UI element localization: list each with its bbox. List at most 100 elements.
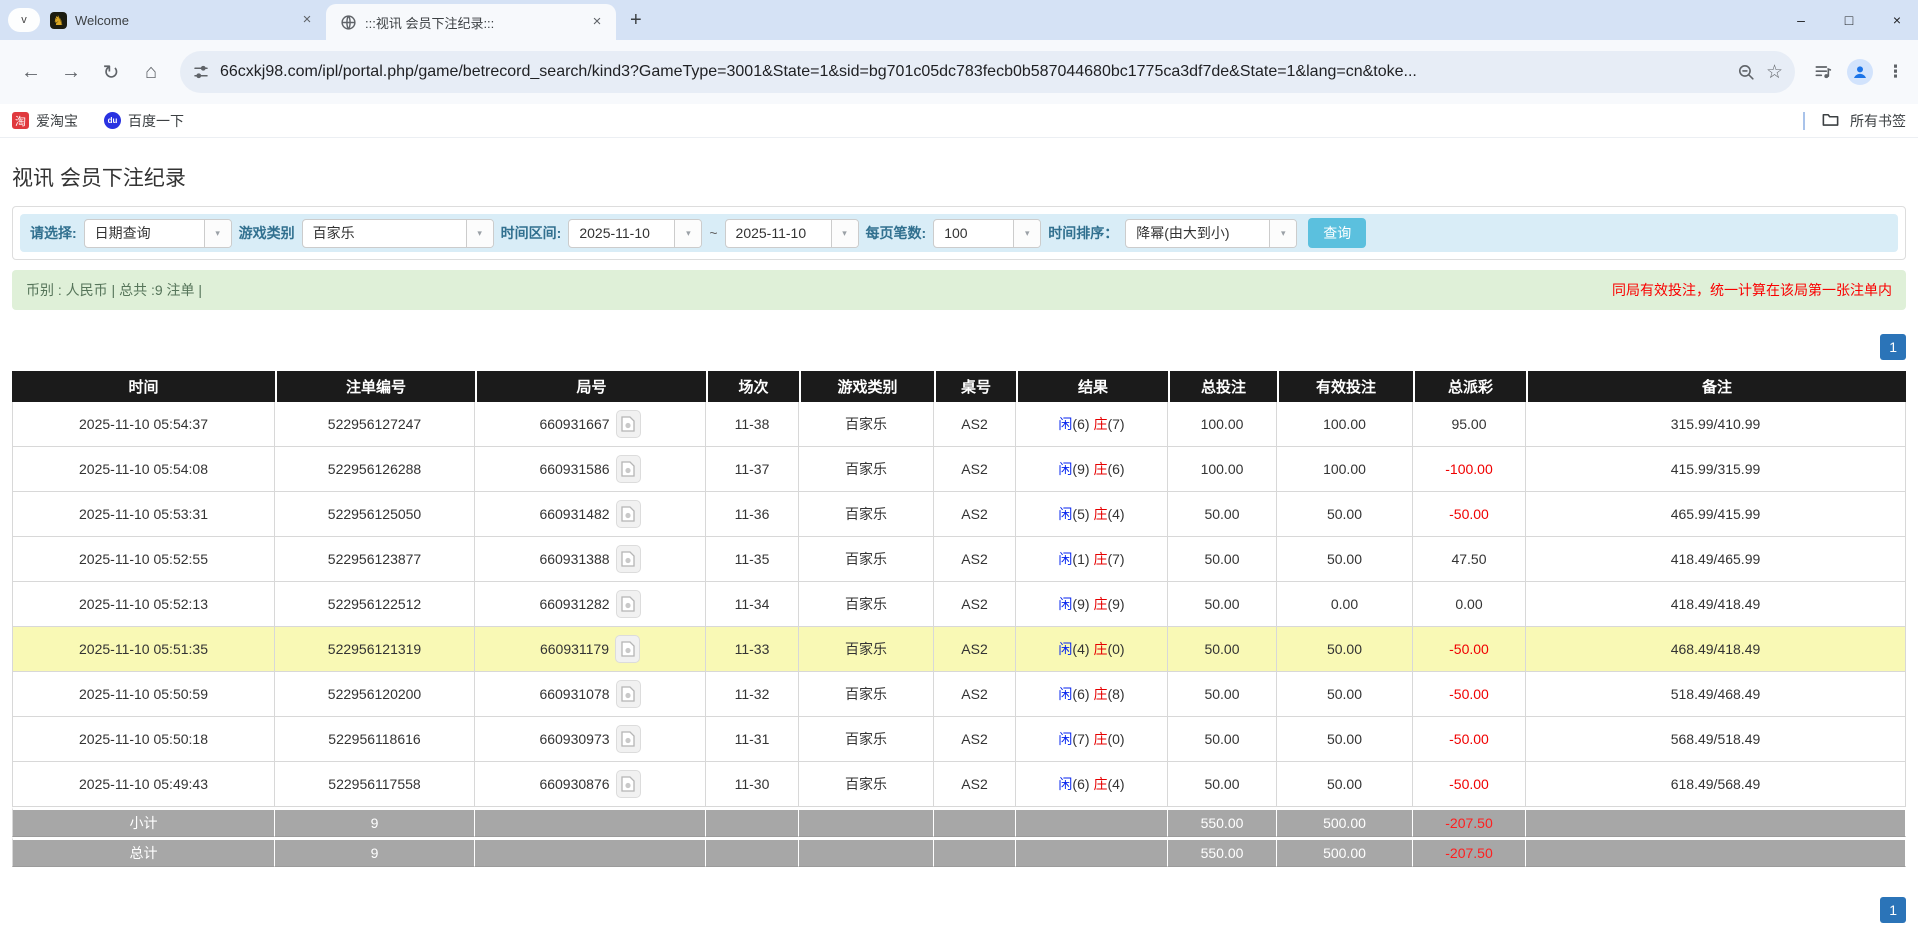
cell-result: 闲(1) 庄(7) <box>1016 537 1168 582</box>
cell-game: 百家乐 <box>799 492 934 537</box>
cell-total-bet[interactable]: 100.00 <box>1168 402 1277 447</box>
cell-total-bet[interactable]: 50.00 <box>1168 492 1277 537</box>
time-sort-select[interactable]: 降幂(由大到小) ▾ <box>1125 219 1297 248</box>
cell-total-bet[interactable]: 50.00 <box>1168 582 1277 627</box>
page-title: 视讯 会员下注纪录 <box>0 138 1918 206</box>
cell-total-bet[interactable]: 50.00 <box>1168 762 1277 807</box>
close-tab-icon[interactable]: × <box>588 13 606 31</box>
home-button[interactable]: ⌂ <box>134 55 168 89</box>
back-button[interactable]: ← <box>14 55 48 89</box>
cell-round-no: 660931179 <box>475 627 706 672</box>
cell-round-no: 660931667 <box>475 402 706 447</box>
game-category-select[interactable]: 百家乐 ▾ <box>302 219 494 248</box>
cell-note: 465.99/415.99 <box>1526 492 1906 537</box>
bookmark-aitaobao[interactable]: 淘 爱淘宝 <box>12 111 78 131</box>
cell-total-bet[interactable]: 50.00 <box>1168 717 1277 762</box>
tab-search-chevron-icon[interactable]: v <box>8 8 40 32</box>
result-banker: 庄 <box>1093 506 1107 522</box>
cell-valid-bet: 50.00 <box>1277 717 1413 762</box>
video-replay-icon[interactable] <box>615 635 640 663</box>
cell-bet-no: 522956117558 <box>275 762 475 807</box>
cell-round-no: 660930876 <box>475 762 706 807</box>
cell-result: 闲(9) 庄(6) <box>1016 447 1168 492</box>
cell-table: AS2 <box>934 762 1016 807</box>
cell-round-no: 660931586 <box>475 447 706 492</box>
tab-betrecord[interactable]: :::视讯 会员下注纪录::: × <box>326 4 616 40</box>
video-replay-icon[interactable] <box>616 545 641 573</box>
summary-bar: 币别 : 人民币 | 总共 :9 注单 | 同局有效投注，统一计算在该局第一张注… <box>12 270 1906 310</box>
cell-total-bet[interactable]: 50.00 <box>1168 537 1277 582</box>
sum-payout: -207.50 <box>1413 807 1526 837</box>
cell-note: 568.49/518.49 <box>1526 717 1906 762</box>
page-size-label: 每页笔数: <box>866 223 927 243</box>
sum-total-bet: 550.00 <box>1168 807 1277 837</box>
profile-avatar[interactable] <box>1847 59 1873 85</box>
search-button[interactable]: 查询 <box>1308 218 1366 248</box>
cell-time: 2025-11-10 05:50:59 <box>12 672 275 717</box>
cell-bet-no: 522956127247 <box>275 402 475 447</box>
browser-menu-icon[interactable]: ⋮ <box>1887 62 1904 82</box>
cell-game: 百家乐 <box>799 672 934 717</box>
table-row: 2025-11-10 05:49:43522956117558660930876… <box>12 762 1906 807</box>
video-replay-icon[interactable] <box>616 590 641 618</box>
minimize-button[interactable]: – <box>1794 12 1808 28</box>
bookmark-label: 爱淘宝 <box>36 111 78 131</box>
video-replay-icon[interactable] <box>616 500 641 528</box>
cell-payout: -50.00 <box>1413 717 1526 762</box>
col-round-no: 局号 <box>475 371 706 402</box>
cell-result: 闲(6) 庄(4) <box>1016 762 1168 807</box>
cell-payout: -100.00 <box>1413 447 1526 492</box>
result-player: 闲 <box>1058 776 1072 792</box>
cell-table: AS2 <box>934 447 1016 492</box>
bookmark-star-icon[interactable]: ☆ <box>1766 61 1783 84</box>
tab-welcome[interactable]: ♞ Welcome × <box>36 0 326 40</box>
cell-valid-bet: 100.00 <box>1277 447 1413 492</box>
cell-game: 百家乐 <box>799 537 934 582</box>
col-total-bet: 总投注 <box>1168 371 1277 402</box>
cell-total-bet[interactable]: 100.00 <box>1168 447 1277 492</box>
bookmark-baidu[interactable]: du 百度一下 <box>104 111 184 131</box>
cell-round-no: 660931482 <box>475 492 706 537</box>
new-tab-button[interactable]: + <box>630 9 642 32</box>
video-replay-icon[interactable] <box>616 725 641 753</box>
video-replay-icon[interactable] <box>616 455 641 483</box>
cell-round-no: 660931078 <box>475 672 706 717</box>
sum-total-bet: 550.00 <box>1168 837 1277 867</box>
all-bookmarks-button[interactable]: 所有书签 <box>1803 110 1906 132</box>
date-to-select[interactable]: 2025-11-10 ▾ <box>725 219 859 248</box>
col-table-no: 桌号 <box>934 371 1016 402</box>
cell-game: 百家乐 <box>799 762 934 807</box>
media-controls-icon[interactable] <box>1813 62 1833 82</box>
date-from-select[interactable]: 2025-11-10 ▾ <box>568 219 702 248</box>
tab-title: :::视讯 会员下注纪录::: <box>365 13 580 32</box>
cell-total-bet[interactable]: 50.00 <box>1168 627 1277 672</box>
cell-bet-no: 522956118616 <box>275 717 475 762</box>
site-settings-icon[interactable] <box>192 63 210 81</box>
video-replay-icon[interactable] <box>616 680 641 708</box>
result-banker: 庄 <box>1093 461 1107 477</box>
query-type-select[interactable]: 日期查询 ▾ <box>84 219 232 248</box>
page-1-button[interactable]: 1 <box>1880 897 1906 923</box>
col-bet-no: 注单编号 <box>275 371 475 402</box>
cell-payout: -50.00 <box>1413 762 1526 807</box>
close-window-button[interactable]: × <box>1890 12 1904 28</box>
cell-total-bet[interactable]: 50.00 <box>1168 672 1277 717</box>
result-banker: 庄 <box>1093 731 1107 747</box>
cell-time: 2025-11-10 05:52:55 <box>12 537 275 582</box>
close-tab-icon[interactable]: × <box>298 11 316 29</box>
cell-payout: 47.50 <box>1413 537 1526 582</box>
url-text[interactable]: 66cxkj98.com/ipl/portal.php/game/betreco… <box>220 63 1727 81</box>
zoom-out-icon[interactable] <box>1737 63 1756 82</box>
cell-payout: -50.00 <box>1413 672 1526 717</box>
video-replay-icon[interactable] <box>616 410 641 438</box>
reload-button[interactable]: ↻ <box>94 55 128 89</box>
table-row: 2025-11-10 05:54:08522956126288660931586… <box>12 447 1906 492</box>
forward-button[interactable]: → <box>54 55 88 89</box>
video-replay-icon[interactable] <box>616 770 641 798</box>
cell-time: 2025-11-10 05:54:08 <box>12 447 275 492</box>
page-1-button[interactable]: 1 <box>1880 334 1906 360</box>
maximize-button[interactable]: □ <box>1842 12 1856 28</box>
cell-payout: 95.00 <box>1413 402 1526 447</box>
page-size-select[interactable]: 100 ▾ <box>933 219 1041 248</box>
address-bar[interactable]: 66cxkj98.com/ipl/portal.php/game/betreco… <box>180 51 1795 93</box>
